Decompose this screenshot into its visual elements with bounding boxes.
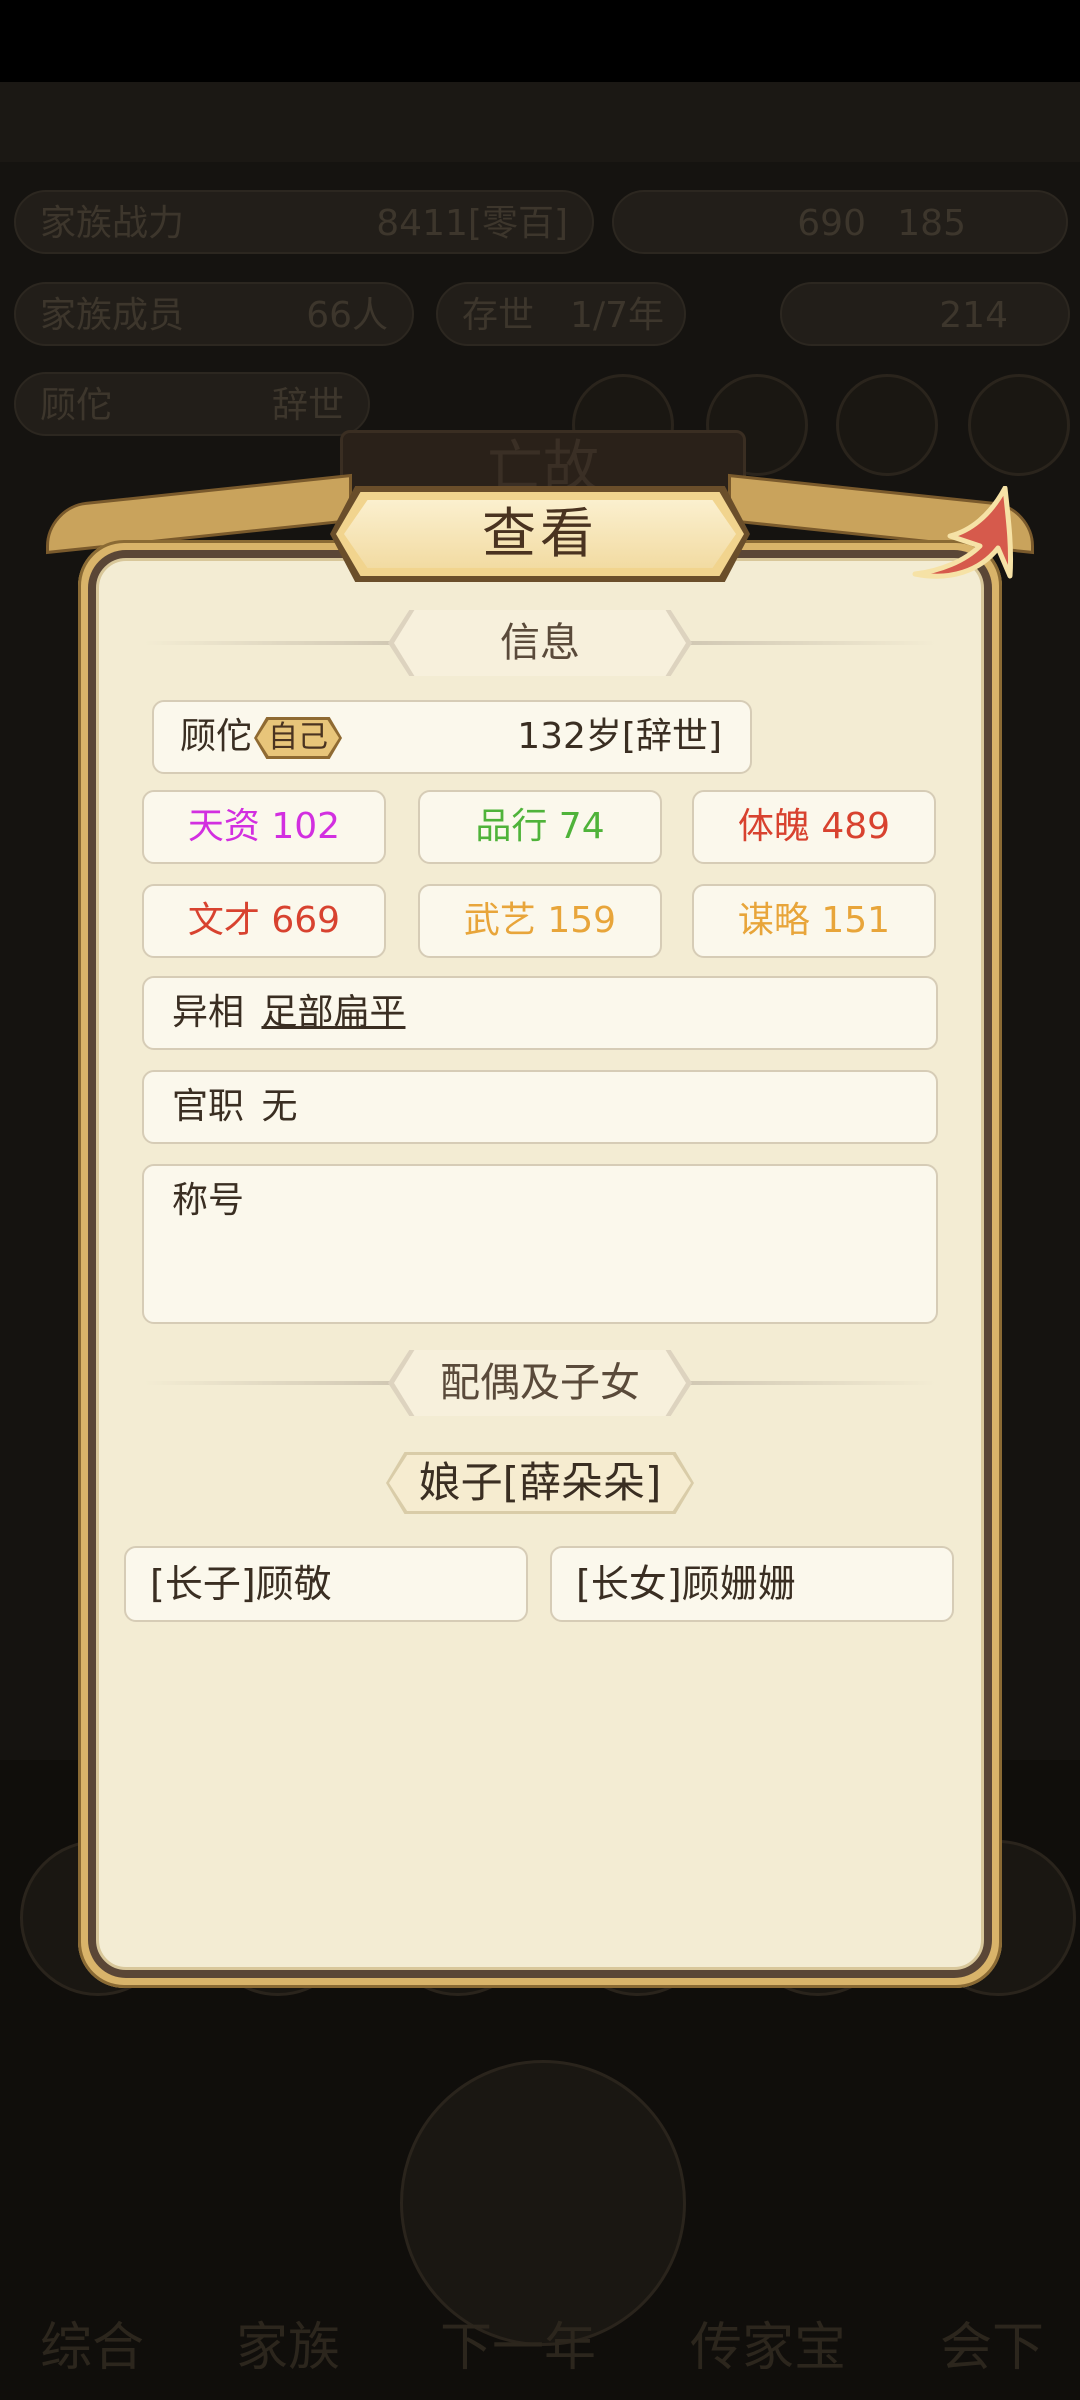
dialog-title-plate: 查看 [330, 486, 750, 582]
office-label: 官职 [172, 1086, 245, 1127]
bg-text: 690 [797, 203, 866, 244]
bg-text: 家族战力 [40, 203, 185, 244]
bg-nav-label: 传家宝 [690, 2318, 847, 2378]
honor-label: 称号 [172, 1180, 245, 1221]
spouse-label: 娘子[薛朵朵] [418, 1458, 662, 1507]
bg-nav-label: 会下 [940, 2318, 1045, 2378]
bg-text: 8411[零百] [376, 203, 568, 244]
stat-martial-text: 武艺 159 [463, 900, 617, 941]
bg-nav-label: 下一年 [440, 2318, 597, 2378]
spouse-button[interactable]: 娘子[薛朵朵] [386, 1452, 694, 1514]
trait-label: 异相 [172, 992, 245, 1033]
info-section-header: 信息 [144, 610, 936, 676]
bg-stock-pill: 214 [780, 282, 1070, 346]
stat-talent: 天资 102 [142, 790, 386, 864]
bg-text: 185 [897, 203, 966, 244]
stat-physique: 体魄 489 [692, 790, 936, 864]
bg-power-pill: 家族战力 8411[零百] [14, 190, 594, 254]
bg-nav-label: 家族 [236, 2318, 341, 2378]
child-label: [长女]顾姗姗 [576, 1562, 796, 1606]
person-name: 顾佗 [180, 716, 253, 757]
stat-literary-text: 文才 669 [187, 900, 341, 941]
honor-title-box: 称号 [142, 1164, 938, 1324]
office-value: 无 [261, 1086, 298, 1127]
stat-literary: 文才 669 [142, 884, 386, 958]
stat-talent-text: 天资 102 [187, 806, 341, 847]
bg-nav-label: 综合 [40, 2318, 145, 2378]
info-header-text: 信息 [500, 620, 580, 666]
stat-morality: 品行 74 [418, 790, 662, 864]
bg-icon-circle [968, 374, 1070, 476]
stat-martial: 武艺 159 [418, 884, 662, 958]
bg-icon-circle [836, 374, 938, 476]
family-header-text: 配偶及子女 [440, 1360, 640, 1406]
stat-strategy-text: 谋略 151 [737, 900, 891, 941]
top-band [0, 82, 1080, 162]
bg-text: 顾佗 [40, 385, 113, 426]
trait-value-link[interactable]: 足部扁平 [261, 992, 405, 1033]
office-row: 官职 无 [142, 1070, 938, 1144]
close-icon [912, 485, 1014, 579]
stat-strategy: 谋略 151 [692, 884, 936, 958]
bg-text: 214 [939, 295, 1008, 336]
close-button[interactable] [910, 485, 1020, 596]
bg-text: 66人 [306, 295, 388, 336]
bg-icon-circle [400, 2060, 686, 2346]
dialog-title: 查看 [482, 502, 598, 565]
bg-text: 家族成员 [40, 295, 185, 336]
bg-person-pill: 顾佗 辞世 [14, 372, 370, 436]
stat-physique-text: 体魄 489 [737, 806, 891, 847]
stat-morality-text: 品行 74 [475, 806, 605, 847]
bg-text: 1/7年 [570, 295, 664, 336]
bg-text: 存世 [462, 295, 535, 336]
child-label: [长子]顾敬 [150, 1562, 332, 1606]
child-button-eldest-son[interactable]: [长子]顾敬 [124, 1546, 528, 1622]
person-age-status: 132岁[辞世] [517, 716, 722, 757]
bg-text: 辞世 [271, 385, 344, 426]
family-section-header: 配偶及子女 [144, 1350, 936, 1416]
child-button-eldest-daughter[interactable]: [长女]顾姗姗 [550, 1546, 954, 1622]
bg-currency-pill: 690 185 [612, 190, 1068, 254]
self-tag-badge: 自己 [254, 717, 343, 759]
person-name-box: 顾佗 自己 132岁[辞世] [152, 700, 752, 774]
self-tag-text: 自己 [268, 720, 329, 755]
trait-row: 异相 足部扁平 [142, 976, 938, 1050]
bg-alive-pill: 存世 1/7年 [436, 282, 686, 346]
status-bar [0, 0, 1080, 82]
bg-members-pill: 家族成员 66人 [14, 282, 414, 346]
